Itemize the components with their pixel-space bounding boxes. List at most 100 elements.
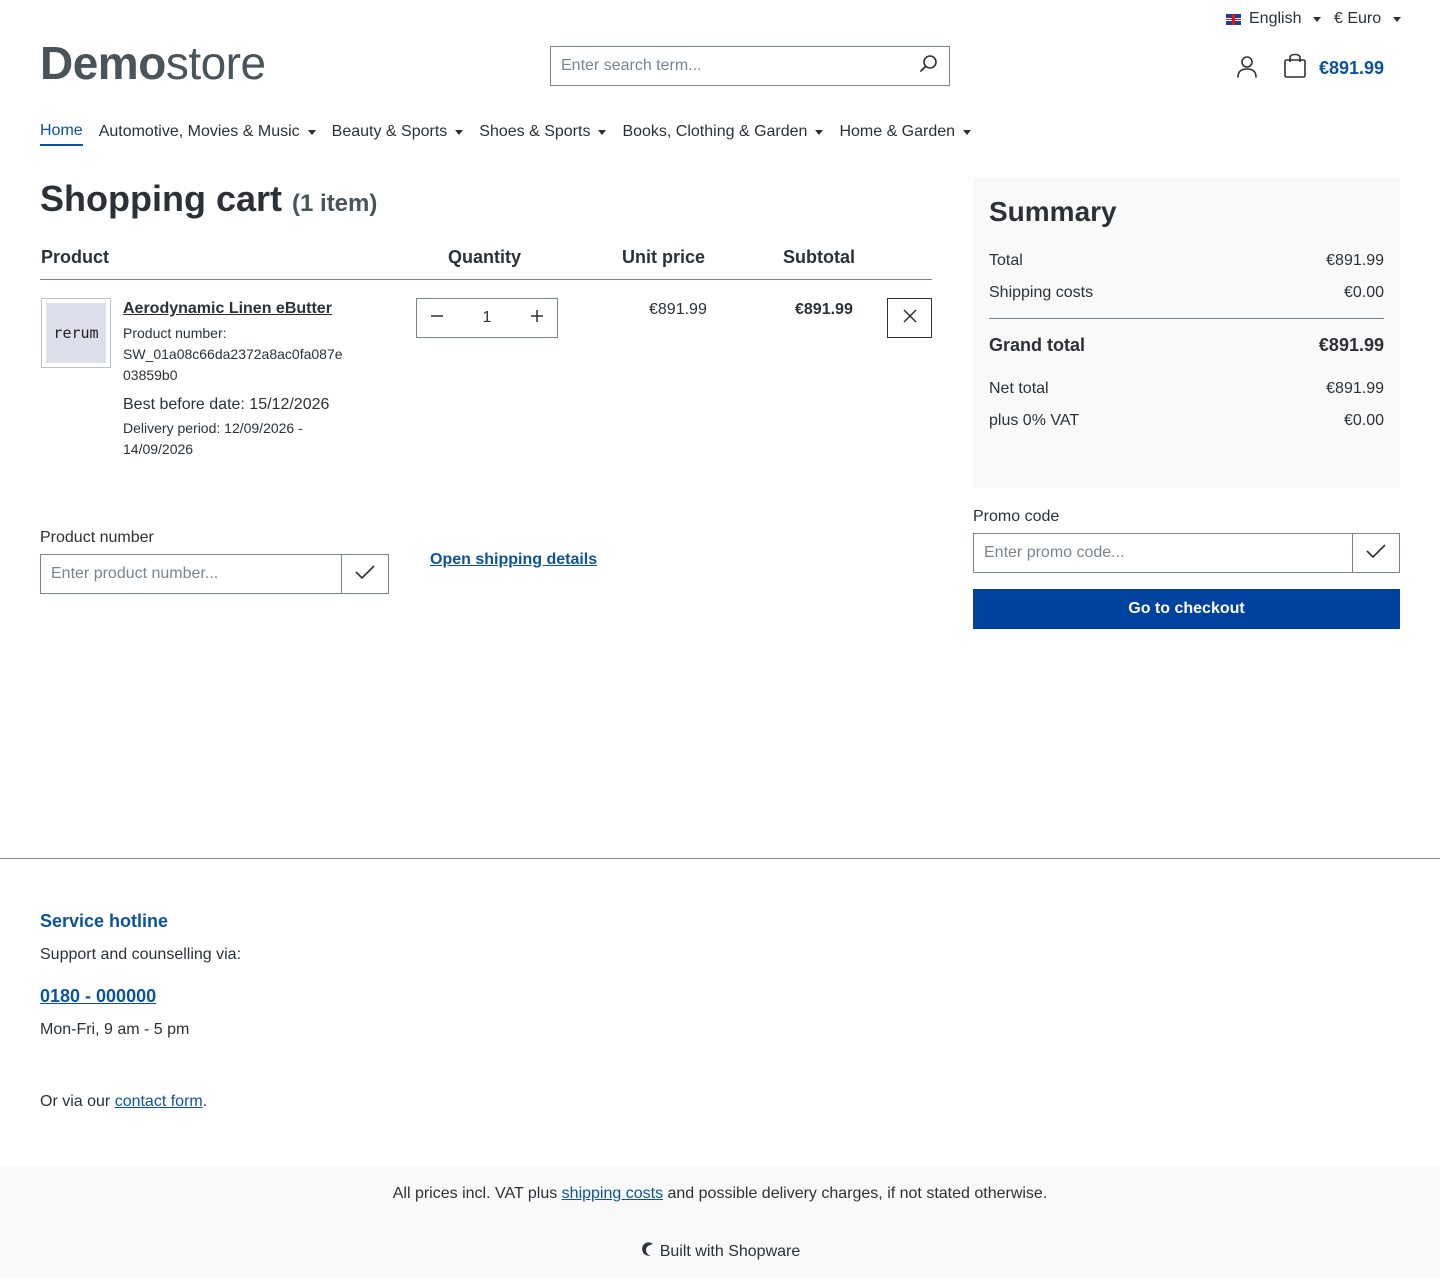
main-navigation: Home Automotive, Movies & Music Beauty &… <box>40 122 972 146</box>
shopware-logo-icon <box>640 1241 656 1262</box>
chevron-down-icon <box>307 129 316 135</box>
chevron-down-icon <box>455 129 464 135</box>
nav-item-home-garden[interactable]: Home & Garden <box>839 122 972 146</box>
contact-prefix: Or via our <box>40 1093 115 1110</box>
product-number-input[interactable] <box>41 555 341 593</box>
grand-total-value: €891.99 <box>1318 335 1384 355</box>
summary-net-row: Net total €891.99 <box>989 380 1384 398</box>
built-with[interactable]: Built with Shopware <box>0 1241 1440 1262</box>
delivery-line2: 14/09/2026 <box>123 441 194 457</box>
language-label: English <box>1249 10 1302 27</box>
hotline-title: Service hotline <box>40 911 169 931</box>
shipping-value: €0.00 <box>1343 284 1384 301</box>
promo-code-label: Promo code <box>973 508 1060 525</box>
header-quantity: Quantity <box>448 247 522 267</box>
line-subtotal: €891.99 <box>795 301 853 318</box>
summary-total-row: Total €891.99 <box>989 252 1384 270</box>
product-number-label: Product number: <box>123 325 227 341</box>
net-total-value: €891.99 <box>1326 380 1384 397</box>
cart-item-count: (1 item) <box>292 190 378 217</box>
product-name-link[interactable]: Aerodynamic Linen eButter <box>123 300 332 318</box>
nav-item-beauty[interactable]: Beauty & Sports <box>332 122 464 146</box>
vat-value: €0.00 <box>1343 412 1384 429</box>
uk-flag-icon <box>1226 13 1241 25</box>
hours-text: Mon-Fri, 9 am - 5 pm <box>40 1021 190 1038</box>
summary-grand-row: Grand total €891.99 <box>989 335 1384 356</box>
shopping-bag-icon <box>1283 53 1307 84</box>
footer-divider <box>0 858 1440 859</box>
vat-prefix: All prices incl. VAT plus <box>392 1185 562 1202</box>
contact-form-link[interactable]: contact form <box>115 1093 203 1110</box>
chevron-down-icon <box>963 129 972 135</box>
checkout-button[interactable]: Go to checkout <box>973 589 1400 629</box>
cart-total: €891.99 <box>1319 58 1385 78</box>
total-label: Total <box>989 252 1023 269</box>
cart-button[interactable]: €891.99 <box>1283 53 1384 84</box>
search-bar <box>550 46 950 86</box>
nav-label: Automotive, Movies & Music <box>98 123 300 140</box>
summary-divider <box>989 318 1384 319</box>
logo-light-text: store <box>165 37 266 89</box>
quantity-stepper: 1 <box>416 298 558 338</box>
delivery-line1: Delivery period: 12/09/2026 - <box>123 420 303 436</box>
promo-code-group <box>973 533 1400 573</box>
header-subtotal: Subtotal <box>783 247 855 267</box>
checkmark-icon <box>1365 542 1387 565</box>
delivery-period: Delivery period: 12/09/2026 - 14/09/2026 <box>123 418 303 460</box>
product-number-line2: 03859b0 <box>123 367 178 383</box>
open-shipping-details-link[interactable]: Open shipping details <box>430 551 597 569</box>
product-number: Product number: SW_01a08c66da2372a8ac0fa… <box>123 323 363 386</box>
product-thumbnail[interactable]: rerum <box>41 298 111 368</box>
remove-item-button[interactable] <box>887 298 932 338</box>
search-input[interactable] <box>561 57 919 75</box>
summary-vat-row: plus 0% VAT €0.00 <box>989 412 1384 430</box>
best-before-date: Best before date: 15/12/2026 <box>123 396 330 413</box>
vat-label: plus 0% VAT <box>989 412 1080 429</box>
chevron-down-icon <box>1313 16 1322 22</box>
grand-total-label: Grand total <box>989 335 1086 355</box>
apply-promo-button[interactable] <box>1352 534 1399 572</box>
chevron-down-icon <box>1393 16 1402 22</box>
nav-label: Books, Clothing & Garden <box>622 123 808 140</box>
header-product: Product <box>41 247 110 267</box>
language-selector[interactable]: English <box>1226 10 1322 28</box>
nav-item-shoes[interactable]: Shoes & Sports <box>479 122 607 146</box>
support-text: Support and counselling via: <box>40 946 242 963</box>
nav-item-home[interactable]: Home <box>40 122 83 146</box>
add-product-button[interactable] <box>341 555 388 593</box>
search-icon[interactable] <box>919 54 939 79</box>
logo-bold-text: Demo <box>40 37 166 89</box>
summary-title: Summary <box>989 196 1117 227</box>
summary-shipping-row: Shipping costs €0.00 <box>989 284 1384 302</box>
vat-suffix: and possible delivery charges, if not st… <box>663 1185 1048 1202</box>
nav-item-automotive[interactable]: Automotive, Movies & Music <box>99 122 316 146</box>
product-number-label: Product number <box>40 529 154 546</box>
shipping-costs-link[interactable]: shipping costs <box>562 1185 663 1202</box>
logo[interactable]: Demostore <box>40 40 266 86</box>
quantity-value[interactable]: 1 <box>483 309 492 327</box>
nav-label: Home & Garden <box>839 123 956 140</box>
net-total-label: Net total <box>989 380 1049 397</box>
footer-bottom-bar: All prices incl. VAT plus shipping costs… <box>0 1166 1440 1278</box>
shipping-label: Shipping costs <box>989 284 1094 301</box>
nav-label: Beauty & Sports <box>331 123 448 140</box>
minus-icon[interactable] <box>429 308 445 329</box>
promo-code-input[interactable] <box>974 534 1352 572</box>
nav-label: Shoes & Sports <box>479 123 591 140</box>
checkmark-icon <box>354 563 376 586</box>
total-value: €891.99 <box>1326 252 1384 269</box>
contact-text: Or via our contact form. <box>40 1093 207 1111</box>
currency-selector[interactable]: € Euro <box>1334 10 1402 28</box>
nav-item-books[interactable]: Books, Clothing & Garden <box>622 122 824 146</box>
product-image: rerum <box>46 303 106 363</box>
currency-label: € Euro <box>1334 10 1382 27</box>
nav-label: Home <box>40 122 83 139</box>
account-icon[interactable] <box>1236 55 1258 84</box>
page-title: Shopping cart (1 item) <box>40 178 377 220</box>
plus-icon[interactable] <box>529 308 545 329</box>
vat-notice: All prices incl. VAT plus shipping costs… <box>0 1185 1440 1203</box>
built-with-text: Built with Shopware <box>659 1242 801 1260</box>
product-number-group <box>40 554 389 594</box>
unit-price: €891.99 <box>649 301 707 318</box>
phone-link[interactable]: 0180 - 000000 <box>40 986 156 1007</box>
